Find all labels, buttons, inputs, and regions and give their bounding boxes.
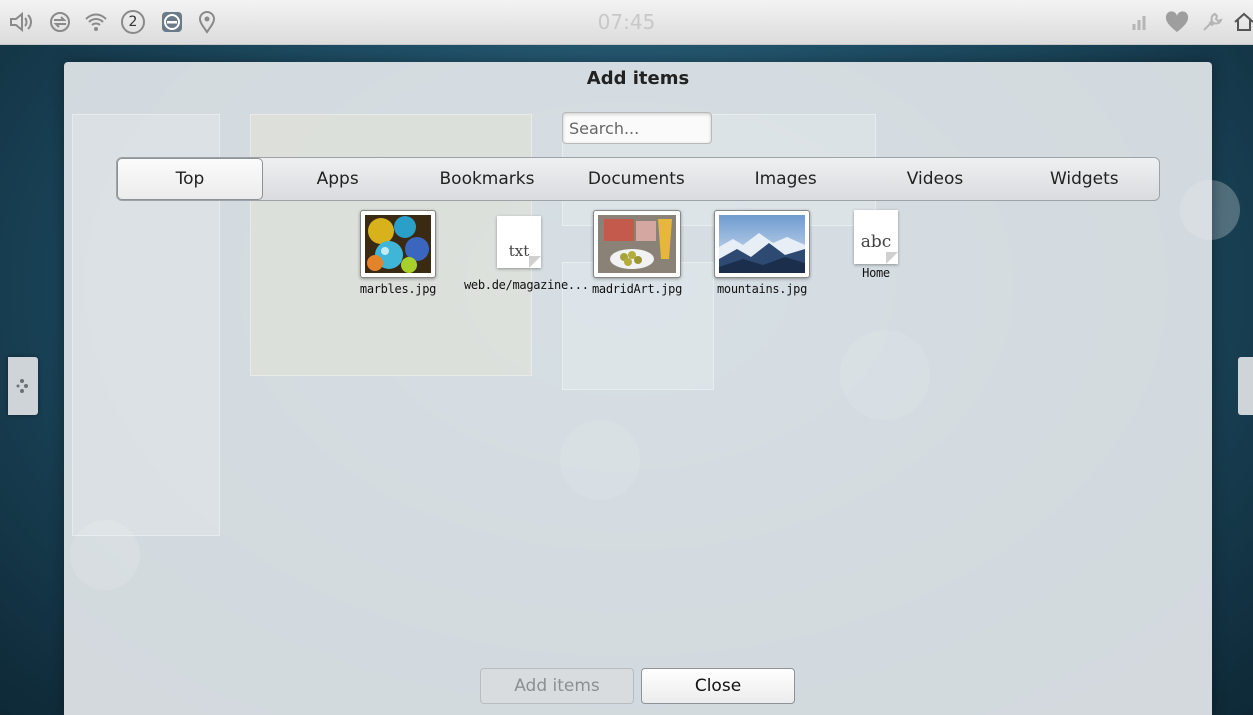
right-panel-handle[interactable] <box>1238 357 1253 415</box>
tab-documents[interactable]: Documents <box>562 158 711 200</box>
wrench-icon[interactable] <box>1200 10 1224 34</box>
tab-images[interactable]: Images <box>711 158 860 200</box>
item-label: mountains.jpg <box>716 282 808 296</box>
add-items-button[interactable]: Add items <box>480 668 634 704</box>
tab-bookmarks[interactable]: Bookmarks <box>412 158 561 200</box>
tab-apps[interactable]: Apps <box>263 158 412 200</box>
tab-top[interactable]: Top <box>117 158 263 200</box>
item-madridart[interactable]: madridArt.jpg <box>582 210 692 296</box>
item-label: marbles.jpg <box>359 282 437 296</box>
item-label: Home <box>862 266 890 280</box>
heart-icon[interactable] <box>1164 10 1189 34</box>
tab-widgets[interactable]: Widgets <box>1010 158 1159 200</box>
handle-dots-icon <box>16 379 28 393</box>
search-input[interactable] <box>562 112 712 144</box>
text-document-icon: abc <box>854 210 898 264</box>
tab-videos[interactable]: Videos <box>860 158 1009 200</box>
clock: 07:45 <box>597 10 656 34</box>
item-label: madridArt.jpg <box>591 282 683 296</box>
close-button[interactable]: Close <box>641 668 795 704</box>
left-panel-handle[interactable] <box>8 357 38 415</box>
image-thumbnail <box>714 210 810 278</box>
home-icon[interactable] <box>1232 10 1253 34</box>
item-mountains[interactable]: mountains.jpg <box>707 210 817 296</box>
item-web-de-magazine[interactable]: txt web.de/magazine... <box>464 216 589 292</box>
item-marbles[interactable]: marbles.jpg <box>343 210 453 296</box>
dialog-title: Add items <box>586 68 690 89</box>
status-bar: 2 07:45 <box>0 0 1253 45</box>
item-home[interactable]: abc Home <box>821 210 931 280</box>
item-label: web.de/magazine... <box>464 278 589 292</box>
image-thumbnail <box>593 210 681 278</box>
category-tabs: Top Apps Bookmarks Documents Images Vide… <box>116 157 1160 201</box>
image-thumbnail <box>360 210 436 278</box>
add-items-dialog: Add items Top Apps Bookmarks Documents I… <box>64 62 1212 715</box>
signal-icon[interactable] <box>1130 10 1154 34</box>
text-document-icon: txt <box>497 216 541 268</box>
